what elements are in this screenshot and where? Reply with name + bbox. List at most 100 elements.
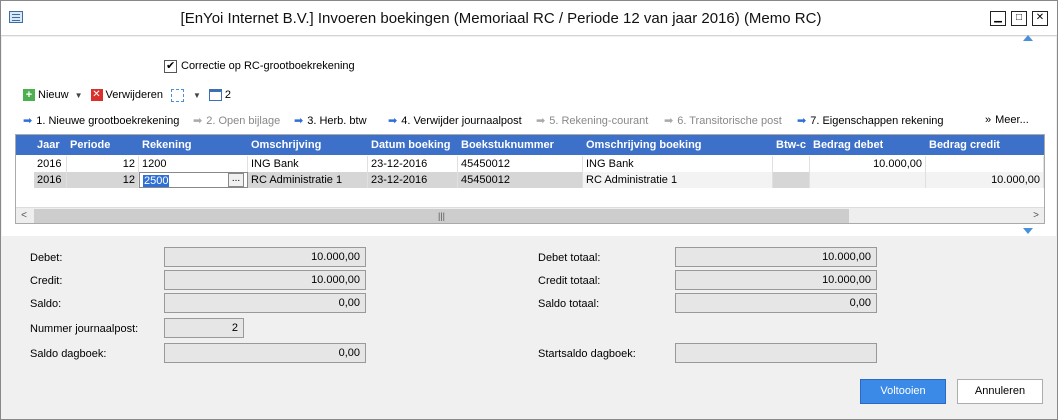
close-button[interactable]: ✕ xyxy=(1032,11,1048,26)
col-datum[interactable]: Datum boeking xyxy=(371,139,456,151)
col-boekstuk[interactable]: Boekstuknummer xyxy=(461,139,554,151)
saldo-dagboek-label: Saldo dagboek: xyxy=(30,348,107,360)
rc-correction-checkbox[interactable]: Correctie op RC-grootboekrekening xyxy=(164,59,355,73)
cell-credit[interactable]: 10.000,00 xyxy=(926,172,1044,188)
saldo-totaal-field: 0,00 xyxy=(675,293,877,313)
cell-datum[interactable]: 23-12-2016 xyxy=(368,156,458,172)
credit-field: 10.000,00 xyxy=(164,270,366,290)
delete-button[interactable]: ✕ Verwijderen xyxy=(90,89,163,101)
grid-header: Jaar Periode Rekening Omschrijving Datum… xyxy=(16,135,1044,155)
debet-field: 10.000,00 xyxy=(164,247,366,267)
debet-totaal-field: 10.000,00 xyxy=(675,247,877,267)
step-label: Meer... xyxy=(995,114,1029,126)
col-jaar[interactable]: Jaar xyxy=(37,139,60,151)
cell-datum[interactable]: 23-12-2016 xyxy=(368,172,458,188)
table-row[interactable]: 2016 12 1200 ING Bank 23-12-2016 4545001… xyxy=(16,156,1044,172)
new-dropdown-icon[interactable]: ▼ xyxy=(75,91,83,100)
credit-label: Credit: xyxy=(30,275,63,287)
step-account-properties[interactable]: ➡ 7. Eigenschappen rekening xyxy=(797,114,944,128)
step-open-attachment[interactable]: ➡ 2. Open bijlage xyxy=(193,114,281,128)
cell-jaar[interactable]: 2016 xyxy=(34,156,67,172)
checkbox-label: Correctie op RC-grootboekrekening xyxy=(181,60,355,72)
step-label: 1. Nieuwe grootboekrekening xyxy=(36,114,180,127)
startsaldo-field xyxy=(675,343,877,363)
cell-periode[interactable]: 12 xyxy=(67,172,139,188)
lookup-button[interactable]: ... xyxy=(228,173,244,187)
col-omschrijving[interactable]: Omschrijving xyxy=(251,139,321,151)
cancel-button[interactable]: Annuleren xyxy=(957,379,1043,404)
cell-btw[interactable] xyxy=(773,156,810,172)
step-label: 2. Open bijlage xyxy=(206,114,281,127)
cell-boekstuk[interactable]: 45450012 xyxy=(458,172,583,188)
arrow-right-icon: ➡ xyxy=(664,115,674,127)
cell-periode[interactable]: 12 xyxy=(67,156,139,172)
saldo-totaal-label: Saldo totaal: xyxy=(538,298,600,310)
journaalpost-label: Nummer journaalpost: xyxy=(30,323,139,335)
step-herb-btw[interactable]: ➡ 3. Herb. btw xyxy=(294,114,367,128)
saldo-label: Saldo: xyxy=(30,298,62,310)
calendar-count: 2 xyxy=(224,89,232,101)
collapse-up-icon[interactable] xyxy=(1023,35,1033,41)
booking-grid: Jaar Periode Rekening Omschrijving Datum… xyxy=(15,134,1045,224)
table-row[interactable]: 2016 12 2500 ... RC Administratie 1 23-1… xyxy=(16,172,1044,188)
cell-omschrijving[interactable]: ING Bank xyxy=(248,156,368,172)
rekening-input[interactable]: 2500 xyxy=(143,175,170,187)
delete-icon: ✕ xyxy=(90,89,103,101)
cell-credit[interactable] xyxy=(926,156,1044,172)
scroll-left-icon[interactable]: < xyxy=(17,210,31,222)
minimize-button[interactable]: ▁ xyxy=(990,11,1006,26)
debet-totaal-label: Debet totaal: xyxy=(538,252,601,264)
horizontal-scrollbar[interactable]: < ||| > xyxy=(16,207,1044,223)
saldo-dagboek-field: 0,00 xyxy=(164,343,366,363)
toolbar: + Nieuw ▼ ✕ Verwijderen ▼ 2 xyxy=(23,87,239,103)
step-label: 3. Herb. btw xyxy=(307,114,367,127)
new-label: Nieuw xyxy=(38,89,69,101)
scrollbar-thumb[interactable]: ||| xyxy=(34,209,849,223)
step-new-account[interactable]: ➡ 1. Nieuwe grootboekrekening xyxy=(23,114,180,128)
col-omschrijving-boeking[interactable]: Omschrijving boeking xyxy=(586,139,702,151)
cell-btw[interactable] xyxy=(773,172,810,188)
arrow-right-icon: ➡ xyxy=(23,115,33,127)
cell-jaar[interactable]: 2016 xyxy=(34,172,67,188)
cell-rekening[interactable]: 1200 xyxy=(139,156,248,172)
action-steps: ➡ 1. Nieuwe grootboekrekening ➡ 2. Open bi… xyxy=(23,114,1045,128)
arrow-right-icon: ➡ xyxy=(193,115,203,127)
col-debet[interactable]: Bedrag debet xyxy=(813,139,883,151)
cell-debet[interactable]: 10.000,00 xyxy=(810,156,926,172)
grid-options-button[interactable]: ▼ xyxy=(170,88,201,102)
credit-totaal-field: 10.000,00 xyxy=(675,270,877,290)
expand-down-icon[interactable] xyxy=(1023,228,1033,234)
cell-omschrijving[interactable]: RC Administratie 1 xyxy=(248,172,368,188)
step-label: 6. Transitorische post xyxy=(677,114,782,127)
cell-debet[interactable] xyxy=(810,172,926,188)
step-current-account[interactable]: ➡ 5. Rekening-courant xyxy=(536,114,649,128)
col-credit[interactable]: Bedrag credit xyxy=(929,139,1000,151)
col-btw[interactable]: Btw-c xyxy=(776,139,810,151)
journaalpost-field: 2 xyxy=(164,318,244,338)
step-transitory[interactable]: ➡ 6. Transitorische post xyxy=(664,114,782,128)
finish-button[interactable]: Voltooien xyxy=(860,379,946,404)
startsaldo-label: Startsaldo dagboek: xyxy=(538,348,636,360)
new-button[interactable]: + Nieuw ▼ xyxy=(23,89,83,101)
step-more[interactable]: » Meer... xyxy=(985,114,1029,126)
scroll-right-icon[interactable]: > xyxy=(1029,210,1043,222)
step-delete-journal[interactable]: ➡ 4. Verwijder journaalpost xyxy=(388,114,522,128)
cell-omschrijving-boeking[interactable]: ING Bank xyxy=(583,156,773,172)
col-rekening[interactable]: Rekening xyxy=(142,139,192,151)
col-periode[interactable]: Periode xyxy=(70,139,110,151)
checkbox-box[interactable] xyxy=(164,59,177,73)
delete-label: Verwijderen xyxy=(105,89,163,101)
double-chevron-icon: » xyxy=(985,114,992,126)
step-label: 5. Rekening-courant xyxy=(549,114,649,127)
step-label: 4. Verwijder journaalpost xyxy=(401,114,522,127)
credit-totaal-label: Credit totaal: xyxy=(538,275,601,287)
title-bar: [EnYoi Internet B.V.] Invoeren boekingen… xyxy=(1,1,1057,36)
grid-dropdown-icon[interactable]: ▼ xyxy=(193,91,201,100)
cell-boekstuk[interactable]: 45450012 xyxy=(458,156,583,172)
grid-icon xyxy=(170,88,184,102)
step-label: 7. Eigenschappen rekening xyxy=(810,114,944,127)
calendar-button[interactable]: 2 xyxy=(208,89,232,101)
calendar-icon xyxy=(208,89,222,101)
maximize-button[interactable]: □ xyxy=(1011,11,1027,26)
cell-omschrijving-boeking[interactable]: RC Administratie 1 xyxy=(583,172,773,188)
